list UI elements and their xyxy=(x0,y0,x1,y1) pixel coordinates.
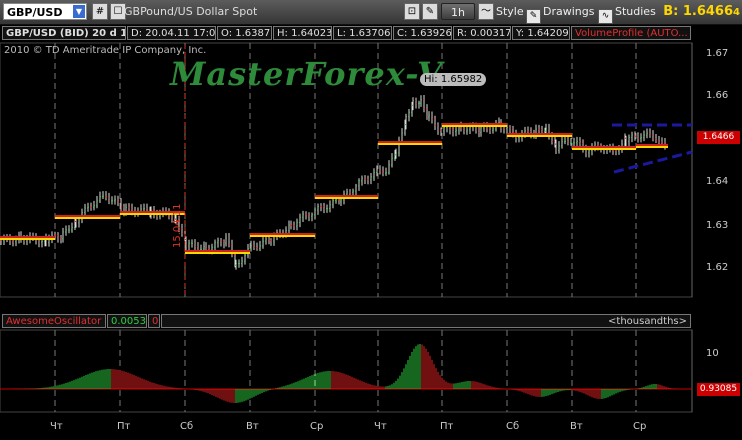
x-tick: Чт xyxy=(374,421,387,432)
last-price-box: 1.6466 xyxy=(697,131,740,144)
watermark-text: MasterForex-V xyxy=(170,55,443,93)
y-tick: 1.62 xyxy=(706,262,729,273)
oscillator-value: 0.0053 xyxy=(107,314,147,328)
x-tick: Вт xyxy=(246,421,259,432)
x-tick: Вт xyxy=(570,421,583,432)
y-tick: 1.63 xyxy=(706,220,729,231)
oscillator-axis-label: 10 xyxy=(706,348,719,359)
oscillator-name[interactable]: AwesomeOscillator xyxy=(2,314,106,328)
x-tick: Ср xyxy=(633,421,647,432)
x-tick: Сб xyxy=(506,421,520,432)
y-tick: 1.67 xyxy=(706,48,729,59)
oscillator-value-box: 0.93085 xyxy=(697,383,740,396)
y-tick: 1.64 xyxy=(706,176,729,187)
y-tick: 1.66 xyxy=(706,90,729,101)
x-tick: Чт xyxy=(50,421,63,432)
date-marker-label: 15.04.11 xyxy=(172,203,183,248)
oscillator-header: AwesomeOscillator 0.0053 0 <thousandths> xyxy=(0,313,692,329)
x-tick: Пт xyxy=(117,421,131,432)
oscillator-units: <thousandths> xyxy=(161,314,691,328)
x-tick: Сб xyxy=(180,421,194,432)
x-tick: Пт xyxy=(440,421,454,432)
high-label: Hi: 1.65982 xyxy=(420,73,487,86)
oscillator-zero: 0 xyxy=(148,314,160,328)
x-tick: Ср xyxy=(310,421,324,432)
